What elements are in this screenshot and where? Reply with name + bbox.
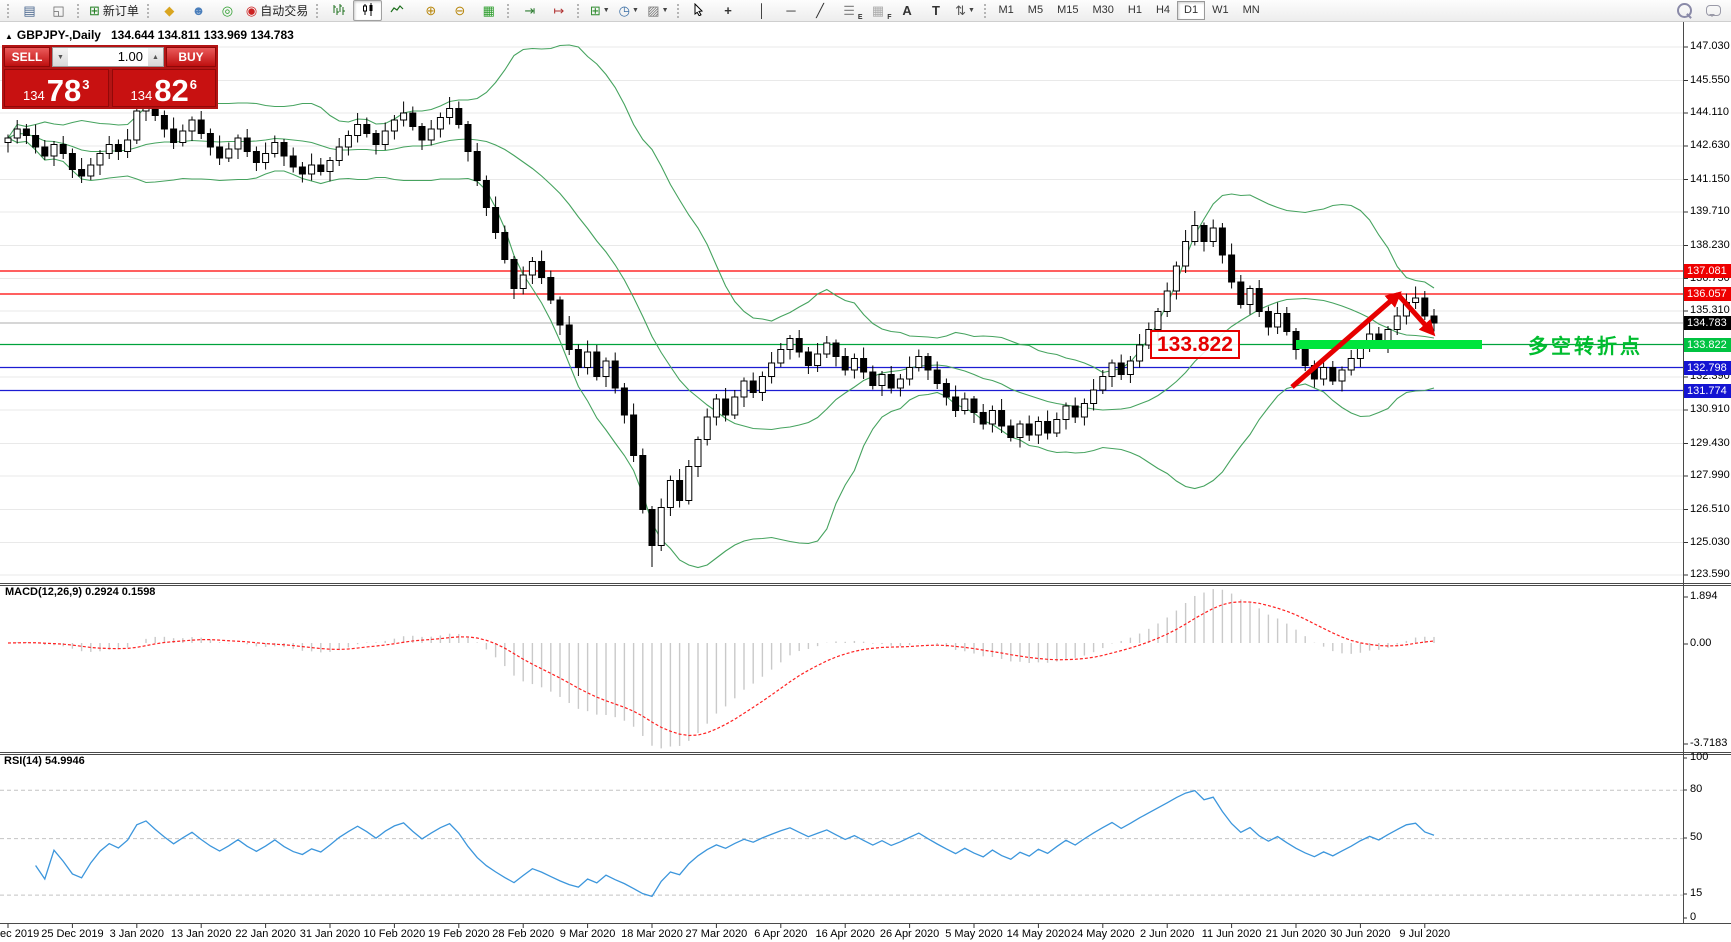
date-axis-label: 3 Jan 2020 [109, 928, 165, 940]
volume-decrease-button[interactable]: ▼ [53, 48, 68, 66]
price-axis-tick: 125.030 [1690, 535, 1730, 548]
price-axis-border [1683, 22, 1684, 923]
date-axis-label: 25 Dec 2019 [41, 928, 104, 940]
date-axis-label: 26 Apr 2020 [879, 928, 940, 940]
date-axis-label: 9 Mar 2020 [559, 928, 616, 940]
pane-separator [0, 754, 1731, 755]
trading-terminal: { "toolbar": { "items": [ {"t":"g"}, {"t… [0, 0, 1731, 942]
macd-axis-tick: 0.00 [1690, 637, 1712, 649]
date-axis-label: 16 Dec 2019 [0, 928, 40, 940]
ohlc-values: 134.644 134.811 133.969 134.783 [110, 28, 294, 42]
rsi-axis-tick: 15 [1690, 887, 1703, 899]
bid-pips: 78 [46, 73, 82, 108]
date-axis-label: 24 May 2020 [1070, 928, 1135, 940]
date-axis-label: 16 Apr 2020 [815, 928, 875, 940]
bid-big-figure: 134 [23, 88, 45, 103]
price-axis-tick: 126.510 [1690, 502, 1730, 515]
price-axis-tick: 129.430 [1690, 436, 1730, 449]
date-axis-label: 10 Feb 2020 [363, 928, 426, 940]
pane-separator[interactable] [0, 583, 1731, 584]
macd-label: MACD(12,26,9) 0.2924 0.1598 [5, 586, 156, 598]
date-axis-label: 5 May 2020 [945, 928, 1003, 940]
price-axis-tick: 141.150 [1690, 172, 1730, 185]
pane-separator [0, 585, 1731, 586]
price-axis-tick: 147.030 [1690, 40, 1730, 52]
sell-button[interactable]: SELL [4, 47, 50, 67]
price-axis-tick: 130.910 [1690, 403, 1730, 415]
date-axis-label: 21 Jun 2020 [1265, 928, 1327, 940]
price-axis-tick: 138.230 [1690, 238, 1730, 251]
price-axis-tick: 135.310 [1690, 304, 1730, 316]
price-badge: 131.774 [1684, 383, 1731, 398]
price-badge: 137.081 [1684, 264, 1731, 278]
chart-title: ▲ GBPJPY-,Daily 134.644 134.811 133.969 13… [5, 28, 294, 42]
buy-button[interactable]: BUY [166, 47, 216, 67]
price-badge: 133.822 [1684, 337, 1731, 352]
date-axis-label: 31 Jan 2020 [299, 928, 361, 940]
date-axis-label: 13 Jan 2020 [170, 928, 232, 940]
chart-marker-icon: ▲ [5, 32, 13, 41]
price-callout-label[interactable]: 133.822 [1150, 330, 1240, 359]
rsi-axis-tick: 0 [1690, 911, 1697, 923]
price-axis-tick: 127.990 [1690, 469, 1730, 481]
ask-point: 6 [189, 77, 197, 92]
price-badge: 132.798 [1684, 360, 1731, 375]
rsi-label: RSI(14) 54.9946 [4, 755, 85, 767]
date-axis-label: 14 May 2020 [1006, 928, 1071, 940]
date-axis-separator [0, 923, 1731, 924]
price-axis-tick: 145.550 [1690, 73, 1730, 86]
ask-pips: 82 [154, 73, 189, 108]
one-click-trading-panel: SELL ▼ 1.00 ▲ BUY 134 78 3 134 82 6 [2, 45, 218, 109]
date-axis-label: 19 Feb 2020 [427, 928, 490, 940]
date-axis-label: 22 Jan 2020 [235, 928, 296, 940]
ask-price-panel[interactable]: 134 82 6 [111, 69, 216, 108]
date-axis-label: 27 Mar 2020 [685, 928, 748, 940]
price-badge: 134.783 [1684, 316, 1731, 330]
rsi-axis-tick: 50 [1690, 831, 1703, 843]
ask-big-figure: 134 [130, 88, 153, 103]
chart-canvas[interactable] [0, 0, 1731, 942]
volume-value[interactable]: 1.00 [68, 48, 148, 66]
volume-increase-button[interactable]: ▲ [148, 48, 163, 66]
date-axis-label: 30 Jun 2020 [1330, 928, 1391, 940]
date-axis-label: 28 Feb 2020 [492, 928, 555, 940]
rsi-axis-tick: 80 [1690, 783, 1703, 795]
price-axis-tick: 139.710 [1690, 205, 1730, 217]
date-axis-label: 18 Mar 2020 [621, 928, 683, 940]
price-badge: 136.057 [1684, 287, 1731, 301]
date-axis-label: 11 Jun 2020 [1201, 928, 1262, 940]
macd-axis-tick: -3.7183 [1690, 737, 1728, 749]
price-axis-tick: 142.630 [1690, 139, 1730, 151]
date-axis-label: 9 Jul 2020 [1399, 928, 1451, 940]
bid-point: 3 [82, 77, 90, 92]
price-axis-tick: 123.590 [1690, 568, 1730, 580]
rsi-axis-tick: 100 [1690, 751, 1709, 763]
macd-axis-tick: 1.894 [1690, 590, 1718, 602]
date-axis-label: 2 Jun 2020 [1139, 928, 1195, 940]
symbol-period-label: GBPJPY-,Daily [16, 28, 101, 42]
price-axis-tick: 144.110 [1690, 106, 1729, 118]
bid-price-panel[interactable]: 134 78 3 [4, 69, 109, 107]
turning-point-note[interactable]: 多空转折点 [1528, 330, 1643, 359]
pane-separator[interactable] [0, 752, 1731, 753]
volume-stepper: ▼ 1.00 ▲ [52, 47, 164, 67]
date-axis-label: 6 Apr 2020 [754, 928, 808, 940]
